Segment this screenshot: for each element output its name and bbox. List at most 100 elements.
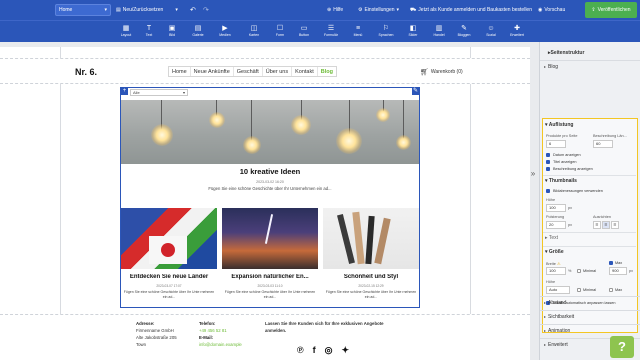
post-title[interactable]: Expansion natürlicher En...	[222, 274, 318, 280]
desc-length-input[interactable]: 60	[593, 140, 613, 148]
toolbar-item-image[interactable]: ▣ Bild	[160, 24, 184, 37]
use-thumbnails-label: Bildabmessungen verwenden	[553, 189, 603, 193]
toolbar-item-shop[interactable]: ▥ Handel	[427, 24, 451, 37]
toolbar-item-gallery[interactable]: ▤ Galerie	[186, 24, 210, 37]
new-page-label: Neu/Zurücksetzen	[122, 7, 164, 13]
listing-section-header[interactable]: ▾ Auflistung	[545, 122, 573, 128]
toolbar-item-advanced[interactable]: ✚ Erweitert	[505, 24, 529, 37]
use-thumbnails-checkbox[interactable]	[546, 189, 550, 193]
max-width-input[interactable]: 900	[609, 267, 627, 275]
toolbar-item-media[interactable]: ▶ Medien	[213, 24, 237, 37]
blog-post-card[interactable]: Entdecken Sie neue Länder 2023-03-07 17:…	[121, 208, 217, 309]
page-structure-toggle[interactable]: ▸Seitenstruktur	[540, 48, 640, 58]
page-select[interactable]: Home ▾	[55, 3, 111, 17]
nav-item-about[interactable]: Über uns	[263, 67, 293, 76]
pinterest-icon[interactable]: ℗	[297, 345, 304, 356]
instagram-icon[interactable]: ◎	[325, 345, 333, 356]
publish-icon: ⇪	[591, 7, 596, 13]
toolbar-item-languages[interactable]: ⚐ Sprachen	[374, 24, 398, 37]
min-height-label: Minimal	[583, 288, 597, 292]
text-section-header[interactable]: ▸ Text	[545, 235, 558, 241]
twitter-icon[interactable]: ✦	[342, 345, 350, 356]
cart-icon: ⛟	[410, 6, 417, 13]
toolbar-item-blog[interactable]: ✎ Bloggen	[452, 24, 476, 37]
min-width-checkbox[interactable]	[577, 269, 581, 273]
max-height-checkbox[interactable]	[609, 288, 613, 292]
email-label: E-Mail:	[199, 335, 214, 340]
blog-post-card[interactable]: Expansion natürlicher En... 2023-03-03 1…	[222, 208, 318, 309]
nav-item-new-arrivals[interactable]: Neue Ankünfte	[191, 67, 234, 76]
cart-label: Warenkorb (0)	[430, 69, 463, 75]
add-element-handle[interactable]: +	[121, 88, 128, 95]
cart-link[interactable]: 🛒︎ Warenkorb (0)	[420, 68, 463, 76]
blog-module[interactable]: + Alle ▾ ✎ 10 kreative Ideen 2023-03-02 1…	[120, 87, 420, 308]
toolbar-item-form-builder[interactable]: ☰ Formulär	[319, 24, 343, 37]
panel-section-blog[interactable]: ▸ Blog	[540, 60, 640, 73]
toolbar-item-form[interactable]: ☐ Form	[268, 24, 292, 37]
toolbar-item-label: Galerie	[192, 33, 204, 37]
advanced-icon: ✚	[514, 25, 520, 32]
align-left-icon[interactable]: ≡	[593, 221, 601, 229]
post-image-brushes[interactable]	[323, 208, 419, 269]
site-logo[interactable]: Nr. 6.	[75, 67, 97, 77]
nav-item-home[interactable]: Home	[169, 67, 191, 76]
products-per-page-input[interactable]: 6	[546, 140, 566, 148]
post-title[interactable]: Schönheit und Styl	[323, 274, 419, 280]
height2-select[interactable]: Auto	[546, 286, 570, 294]
toolbar-item-layout[interactable]: ▦ Layout	[114, 24, 138, 37]
settings-label: Einstellungen	[364, 7, 395, 13]
post-image-storm[interactable]	[222, 208, 318, 269]
nav-item-blog[interactable]: Blog	[318, 67, 336, 76]
customer-login-button[interactable]: ⛟ Jetzt als Kunde anmelden und Baukasten …	[410, 3, 532, 17]
toolbar-item-slider[interactable]: ◧ Slider	[401, 24, 425, 37]
help-button[interactable]: ⊕ Hilfe	[327, 3, 343, 17]
featured-post-image[interactable]	[121, 100, 419, 164]
align-center-icon[interactable]: ≡	[602, 221, 610, 229]
featured-post-title[interactable]: 10 kreative Ideen	[121, 167, 419, 176]
toolbar-item-label: Text	[145, 33, 153, 37]
max-width-checkbox[interactable]	[609, 261, 613, 265]
preview-button[interactable]: ◉ Vorschau	[538, 3, 565, 17]
element-toolbar: ▦ Layout T Text ▣ Bild ▤ Galerie ▶ Medien ◫ Karten ☐…	[0, 20, 640, 42]
show-title-checkbox[interactable]	[546, 160, 550, 164]
padding-input[interactable]: 20	[546, 221, 566, 229]
post-date: 2023-03-03 11:10	[257, 284, 283, 288]
new-page-button[interactable]: ▤ Neu/Zurücksetzen ▾	[116, 3, 178, 17]
post-title[interactable]: Entdecken Sie neue Länder	[121, 274, 217, 280]
edit-pencil-icon[interactable]: ✎	[412, 88, 419, 95]
toolbar-item-button[interactable]: ▭ Button	[292, 24, 316, 37]
show-date-checkbox[interactable]	[546, 153, 550, 157]
phone-link[interactable]: +49 456 52 81	[199, 327, 242, 334]
footer-contact: Telefon: +49 456 52 81 E-Mail: info@doma…	[199, 320, 242, 348]
publish-button[interactable]: ⇪ Veröffentlichen	[585, 2, 637, 18]
width-input[interactable]: 100	[546, 267, 566, 275]
thumbnails-section-header[interactable]: ▾ Thumbnails	[545, 178, 577, 184]
height-input[interactable]: 100	[546, 204, 566, 212]
panel-collapse-button[interactable]: »	[529, 168, 537, 180]
facebook-icon[interactable]: f	[313, 345, 316, 356]
panel-section-visibility[interactable]: ▸ Sichtbarkeit	[540, 310, 640, 323]
nav-item-contact[interactable]: Kontakt	[292, 67, 318, 76]
redo-button[interactable]: ↷	[203, 3, 209, 17]
help-widget-button[interactable]: ?	[610, 336, 634, 358]
nav-item-shop[interactable]: Geschäft	[234, 67, 263, 76]
address-line: Firmenname GmbH	[136, 328, 174, 333]
undo-button[interactable]: ↶	[190, 3, 196, 17]
toolbar-item-menu[interactable]: ≡ Menü	[346, 24, 370, 37]
toolbar-item-social[interactable]: ☺ Sozial	[479, 24, 503, 37]
blog-category-select[interactable]: Alle ▾	[130, 89, 188, 96]
min-width-label: Minimal	[583, 269, 597, 273]
min-height-checkbox[interactable]	[577, 288, 581, 292]
toolbar-item-label: Bloggen	[457, 33, 471, 37]
panel-section-spacing[interactable]: ▸ Abstand	[540, 296, 640, 309]
show-description-checkbox[interactable]	[546, 167, 550, 171]
toolbar-item-map[interactable]: ◫ Karten	[242, 24, 266, 37]
align-right-icon[interactable]: ≡	[611, 221, 619, 229]
toolbar-item-text[interactable]: T Text	[137, 24, 161, 37]
post-image-flags[interactable]	[121, 208, 217, 269]
blog-post-card[interactable]: Schönheit und Styl 2023-02-15 12:29 Füge…	[323, 208, 419, 309]
visibility-label: Sichtbarkeit	[548, 314, 575, 320]
settings-button[interactable]: ⚙ Einstellungen ▾	[358, 3, 399, 17]
size-section-header[interactable]: ▾ Größe	[545, 249, 564, 255]
email-link[interactable]: info@domain.example	[199, 341, 242, 348]
